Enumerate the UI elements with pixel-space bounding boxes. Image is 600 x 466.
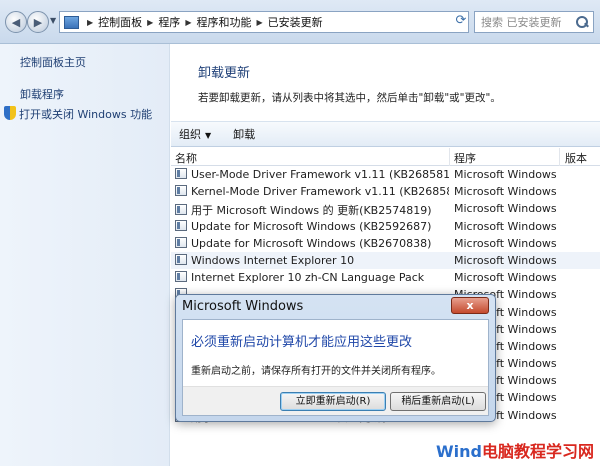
table-row[interactable]: Internet Explorer 10 zh-CN Language Pack… <box>171 269 600 286</box>
update-publisher: Microsoft Windows <box>454 236 557 250</box>
update-icon <box>175 219 187 231</box>
update-icon <box>175 168 187 179</box>
search-placeholder: 搜索 已安装更新 <box>481 16 562 29</box>
page-description: 若要卸载更新，请从列表中将其选中，然后单击"卸载"或"更改"。 <box>198 92 501 104</box>
breadcrumb-separator-icon[interactable]: ▶ <box>185 18 191 27</box>
update-publisher: Microsoft Windows <box>454 253 557 267</box>
left-task-pane: 控制面板主页 卸载程序 打开或关闭 Windows 功能 <box>0 44 170 466</box>
back-arrow-icon: ◀ <box>11 15 21 29</box>
search-icon[interactable] <box>574 14 590 30</box>
breadcrumb-separator-icon[interactable]: ▶ <box>87 18 93 27</box>
site-watermark: Wind电脑教程学习网 <box>436 438 594 462</box>
update-name-text: User-Mode Driver Framework v1.11 (KB2685… <box>191 168 449 181</box>
column-header: 名称 程序 版本 <box>171 148 600 166</box>
close-icon: x <box>466 299 474 312</box>
forward-button[interactable]: ▶ <box>27 11 49 33</box>
update-icon <box>175 271 187 283</box>
uninstall-button[interactable]: 卸载 <box>233 126 255 142</box>
update-name: Windows Internet Explorer 10 <box>175 253 449 267</box>
update-name: User-Mode Driver Framework v1.11 (KB2685… <box>175 168 449 181</box>
shield-icon <box>4 106 16 120</box>
update-name: Kernel-Mode Driver Framework v1.11 (KB26… <box>175 185 449 198</box>
breadcrumb-separator-icon[interactable]: ▶ <box>256 18 262 27</box>
address-bar: ◀ ▶ ▼ ▶ 控制面板 ▶ 程序 ▶ 程序和功能 ▶ 已安装更新 ⟳ 搜索 已… <box>0 0 600 44</box>
update-name-text: Update for Microsoft Windows (KB2670838) <box>191 236 432 250</box>
organize-label: 组织 <box>179 128 201 141</box>
search-input[interactable]: 搜索 已安装更新 <box>474 11 594 33</box>
update-name-text: 用于 Microsoft Windows 的 更新(KB2574819) <box>191 204 432 218</box>
column-program[interactable]: 程序 <box>454 150 476 166</box>
address-field[interactable]: ▶ 控制面板 ▶ 程序 ▶ 程序和功能 ▶ 已安装更新 <box>59 11 469 33</box>
command-bar: 组织 ▼ 卸载 <box>171 121 600 147</box>
restart-dialog: Microsoft Windows x 必须重新启动计算机才能应用这些更改 重新… <box>175 294 496 422</box>
dialog-message: 重新启动之前，请保存所有打开的文件并关闭所有程序。 <box>191 366 441 377</box>
column-version[interactable]: 版本 <box>565 150 587 166</box>
breadcrumb-programs-and-features[interactable]: 程序和功能 <box>196 14 251 30</box>
update-publisher: Microsoft Windows <box>454 202 557 216</box>
restart-now-button[interactable]: 立即重新启动(R) <box>280 392 386 411</box>
update-publisher: Microsoft Windows <box>454 168 557 181</box>
table-row[interactable]: Update for Microsoft Windows (KB2592687)… <box>171 218 600 235</box>
update-name: Update for Microsoft Windows (KB2592687) <box>175 219 449 233</box>
watermark-part1: Wind <box>436 442 482 461</box>
breadcrumb-separator-icon[interactable]: ▶ <box>147 18 153 27</box>
table-row[interactable]: Windows Internet Explorer 10 Microsoft Wi… <box>171 251 600 270</box>
recent-pages-dropdown-icon[interactable]: ▼ <box>50 16 56 25</box>
column-name[interactable]: 名称 <box>175 150 197 166</box>
update-icon <box>175 253 187 265</box>
update-icon <box>175 185 187 197</box>
table-row[interactable]: Update for Microsoft Windows (KB2670838)… <box>171 235 600 252</box>
breadcrumb-installed-updates[interactable]: 已安装更新 <box>268 14 323 30</box>
update-icon <box>175 236 187 248</box>
column-divider[interactable] <box>449 148 450 166</box>
uninstall-program-link[interactable]: 卸载程序 <box>20 86 64 102</box>
dialog-title: Microsoft Windows <box>182 299 304 314</box>
dialog-body: 必须重新启动计算机才能应用这些更改 重新启动之前，请保存所有打开的文件并关闭所有… <box>182 319 489 416</box>
control-panel-home-link[interactable]: 控制面板主页 <box>20 54 86 70</box>
update-name: Internet Explorer 10 zh-CN Language Pack <box>175 271 449 284</box>
windows-features-label: 打开或关闭 Windows 功能 <box>19 108 153 121</box>
watermark-part2: 电脑教程学习网 <box>481 442 594 461</box>
refresh-icon[interactable]: ⟳ <box>453 13 469 29</box>
dialog-heading: 必须重新启动计算机才能应用这些更改 <box>191 335 413 350</box>
update-publisher: Microsoft Windows <box>454 185 557 199</box>
update-name-text: Kernel-Mode Driver Framework v1.11 (KB26… <box>191 185 449 199</box>
windows-features-link[interactable]: 打开或关闭 Windows 功能 <box>4 106 152 122</box>
update-publisher: Microsoft Windows <box>454 219 557 233</box>
update-name-text: Internet Explorer 10 zh-CN Language Pack <box>191 271 425 285</box>
update-name-text: Update for Microsoft Windows (KB2592687) <box>191 219 432 233</box>
breadcrumb-programs[interactable]: 程序 <box>158 14 180 30</box>
update-name: Update for Microsoft Windows (KB2670838) <box>175 236 449 250</box>
restart-later-button[interactable]: 稍后重新启动(L) <box>390 392 486 411</box>
update-icon <box>175 204 187 216</box>
dialog-button-bar: 立即重新启动(R) 稍后重新启动(L) <box>183 386 488 415</box>
table-row[interactable]: 用于 Microsoft Windows 的 更新(KB2574819) Micr… <box>171 200 600 217</box>
table-row[interactable]: User-Mode Driver Framework v1.11 (KB2685… <box>171 166 600 183</box>
page-title: 卸载更新 <box>198 66 251 81</box>
close-button[interactable]: x <box>451 297 489 314</box>
update-publisher: Microsoft Windows <box>454 271 557 285</box>
chevron-down-icon: ▼ <box>205 131 212 140</box>
breadcrumb-control-panel[interactable]: 控制面板 <box>98 14 142 30</box>
back-button[interactable]: ◀ <box>5 11 27 33</box>
update-name: 用于 Microsoft Windows 的 更新(KB2574819) <box>175 202 449 218</box>
column-divider[interactable] <box>559 148 560 166</box>
table-row[interactable]: Kernel-Mode Driver Framework v1.11 (KB26… <box>171 183 600 200</box>
forward-arrow-icon: ▶ <box>33 15 43 29</box>
organize-button[interactable]: 组织 ▼ <box>179 126 211 142</box>
control-panel-icon <box>64 15 79 29</box>
update-name-text: Windows Internet Explorer 10 <box>191 253 355 267</box>
